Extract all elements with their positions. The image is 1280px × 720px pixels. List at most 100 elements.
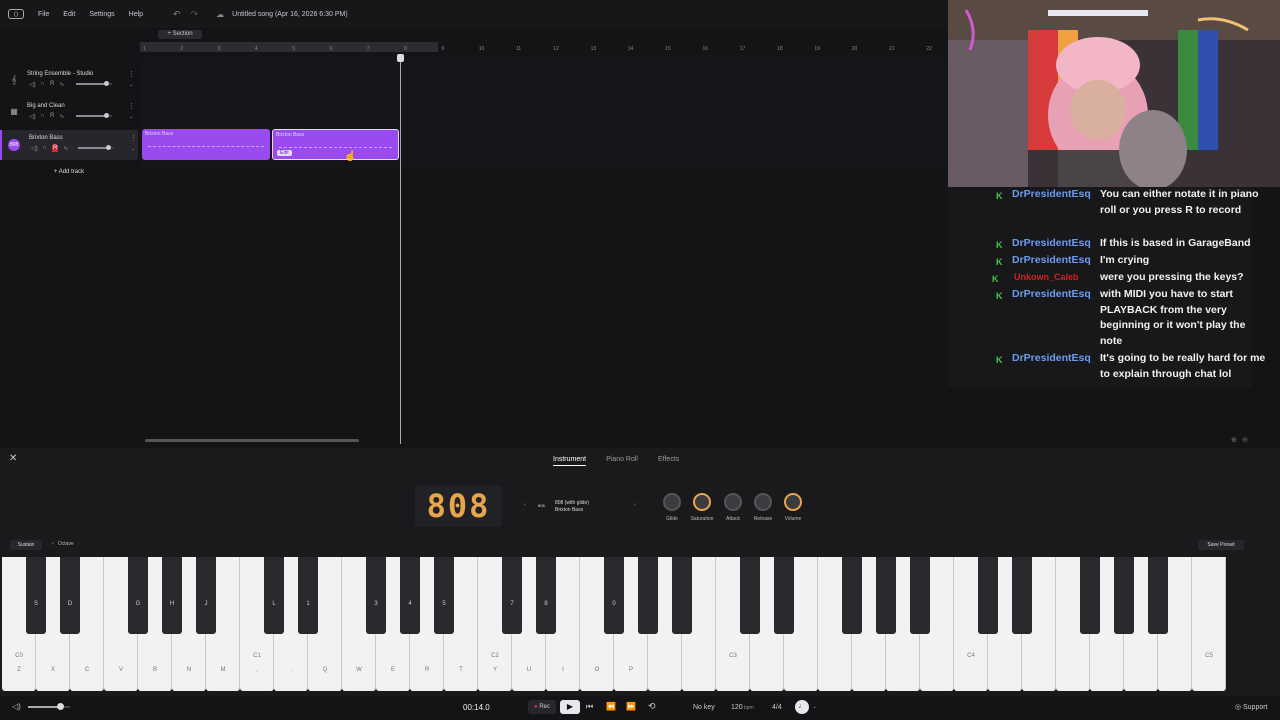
section-button[interactable]: + Section	[158, 30, 202, 39]
track-row-selected[interactable]: 808 Brixton Bass ◁) ∩ R ∿ ⋮ ⌄	[0, 130, 138, 160]
automation-icon[interactable]: ∿	[63, 145, 68, 152]
midi-clip[interactable]: Brixton Bass Edit	[272, 129, 399, 160]
black-key[interactable]	[672, 557, 692, 634]
skip-to-start-icon[interactable]: ⏮	[586, 702, 593, 712]
track-name[interactable]: String Ensemble - Studio	[27, 71, 93, 77]
master-volume-icon[interactable]: ◁)	[12, 702, 21, 711]
black-key[interactable]	[1012, 557, 1032, 634]
app-logo-icon[interactable]: ⟨⟩	[8, 9, 24, 19]
black-key[interactable]: 8	[536, 557, 556, 634]
menu-settings[interactable]: Settings	[89, 11, 114, 18]
black-key[interactable]: G	[128, 557, 148, 634]
menu-edit[interactable]: Edit	[63, 11, 75, 18]
undo-icon[interactable]: ↶	[173, 9, 181, 20]
fast-forward-icon[interactable]: ⏩	[626, 702, 636, 711]
black-key[interactable]: S	[26, 557, 46, 634]
black-key[interactable]: 5	[434, 557, 454, 634]
black-key[interactable]: 4	[400, 557, 420, 634]
black-key[interactable]: 1	[298, 557, 318, 634]
chevron-right-icon[interactable]: ›	[634, 502, 636, 508]
track-row[interactable]: ▦ Big and Clean ◁) ∩ R ∿ ⋮ ⌄	[0, 98, 138, 128]
white-key[interactable]: C5	[1192, 557, 1226, 691]
time-signature[interactable]: 4/4	[772, 704, 782, 711]
volume-knob[interactable]	[784, 493, 802, 511]
more-options-icon[interactable]: ⋮	[128, 70, 135, 78]
chat-username[interactable]: DrPresidentEsq	[1012, 253, 1091, 269]
more-options-icon[interactable]: ⋮	[128, 102, 135, 110]
key-display[interactable]: No key	[693, 704, 715, 711]
glide-knob[interactable]	[663, 493, 681, 511]
black-key[interactable]	[910, 557, 930, 634]
metronome-icon[interactable]: ♩	[795, 700, 809, 714]
chevron-left-icon[interactable]: ‹	[524, 502, 526, 508]
attack-knob[interactable]	[724, 493, 742, 511]
chevron-down-icon[interactable]: ⌄	[131, 146, 135, 152]
chevron-left-icon[interactable]: ‹	[52, 541, 54, 547]
black-key[interactable]	[638, 557, 658, 634]
horizontal-scrollbar[interactable]	[145, 439, 359, 442]
headphones-icon[interactable]: ∩	[41, 113, 45, 120]
midi-clip[interactable]: Brixton Bass	[142, 129, 270, 160]
mute-icon[interactable]: ◁)	[29, 113, 36, 120]
mute-icon[interactable]: ◁)	[31, 145, 38, 152]
black-key[interactable]	[1080, 557, 1100, 634]
master-volume-slider[interactable]	[28, 703, 70, 710]
volume-slider[interactable]	[76, 113, 112, 118]
playhead[interactable]	[400, 54, 401, 444]
black-key[interactable]: 3	[366, 557, 386, 634]
add-track-button[interactable]: + Add track	[0, 166, 138, 178]
bpm-value[interactable]: 120	[731, 704, 743, 711]
more-options-icon[interactable]: ⋮	[130, 134, 137, 142]
track-name[interactable]: Brixton Bass	[29, 135, 63, 141]
record-button[interactable]: ● Rec	[528, 700, 556, 714]
track-row[interactable]: 𝄞 String Ensemble - Studio ◁) ∩ R ∿ ⋮ ⌄	[0, 66, 138, 96]
black-key[interactable]	[774, 557, 794, 634]
release-knob[interactable]	[754, 493, 772, 511]
record-arm-button[interactable]: R	[50, 113, 54, 120]
tab-piano-roll[interactable]: Piano Roll	[606, 456, 638, 466]
chevron-right-icon[interactable]: ›	[78, 541, 80, 547]
tab-instrument[interactable]: Instrument	[553, 456, 587, 466]
save-preset-button[interactable]: Save Preset	[1198, 540, 1244, 550]
automation-icon[interactable]: ∿	[59, 113, 64, 120]
black-key[interactable]: 0	[604, 557, 624, 634]
zoom-out-icon[interactable]: ⊖	[1242, 436, 1248, 444]
redo-icon[interactable]: ↷	[191, 9, 199, 20]
piano-keyboard[interactable]: C0 Z X C V B N M C1,. Q W E R T C2 Y U I O P C3 C4 C5 S D G H J L 1 3 4…	[0, 557, 1252, 691]
black-key[interactable]	[1148, 557, 1168, 634]
playhead-handle[interactable]	[397, 54, 404, 62]
close-icon[interactable]: ✕	[9, 453, 17, 464]
headphones-icon[interactable]: ∩	[43, 145, 47, 152]
chevron-down-icon[interactable]: ⌄	[129, 82, 133, 88]
black-key[interactable]: H	[162, 557, 182, 634]
support-icon[interactable]: ◎	[1235, 703, 1241, 711]
menu-file[interactable]: File	[38, 11, 49, 18]
rewind-icon[interactable]: ⏪	[606, 702, 616, 711]
black-key[interactable]: J	[196, 557, 216, 634]
black-key[interactable]: 7	[502, 557, 522, 634]
clip-edit-button[interactable]: Edit	[277, 150, 292, 156]
mute-icon[interactable]: ◁)	[29, 81, 36, 88]
volume-slider[interactable]	[78, 145, 114, 150]
chevron-down-icon[interactable]: ⌄	[129, 114, 133, 120]
menu-help[interactable]: Help	[129, 11, 143, 18]
automation-icon[interactable]: ∿	[59, 81, 64, 88]
chat-username[interactable]: DrPresidentEsq	[1012, 287, 1091, 303]
black-key[interactable]: L	[264, 557, 284, 634]
chat-username[interactable]: DrPresidentEsq	[1012, 236, 1091, 252]
play-button[interactable]: ▶	[560, 700, 580, 714]
record-arm-button[interactable]: R	[51, 145, 59, 152]
octave-control[interactable]: ‹ Octave ›	[52, 541, 80, 547]
headphones-icon[interactable]: ∩	[41, 81, 45, 88]
black-key[interactable]	[740, 557, 760, 634]
song-title[interactable]: Untitled song (Apr 16, 2026 6:30 PM)	[232, 11, 348, 18]
black-key[interactable]	[978, 557, 998, 634]
support-link[interactable]: Support	[1243, 704, 1268, 711]
black-key[interactable]	[1114, 557, 1134, 634]
black-key[interactable]: D	[60, 557, 80, 634]
chat-username[interactable]: DrPresidentEsq	[1012, 351, 1091, 367]
timeline-ruler[interactable]: 1 2 3 4 5 6 7 8 9 10 11 12 13 14 15 16 17 18 19 20 21 22	[140, 42, 948, 54]
preset-selector[interactable]: ‹ 808 808 (with glide) Brixton Bass ›	[520, 497, 642, 517]
tab-effects[interactable]: Effects	[658, 456, 679, 466]
black-key[interactable]	[876, 557, 896, 634]
